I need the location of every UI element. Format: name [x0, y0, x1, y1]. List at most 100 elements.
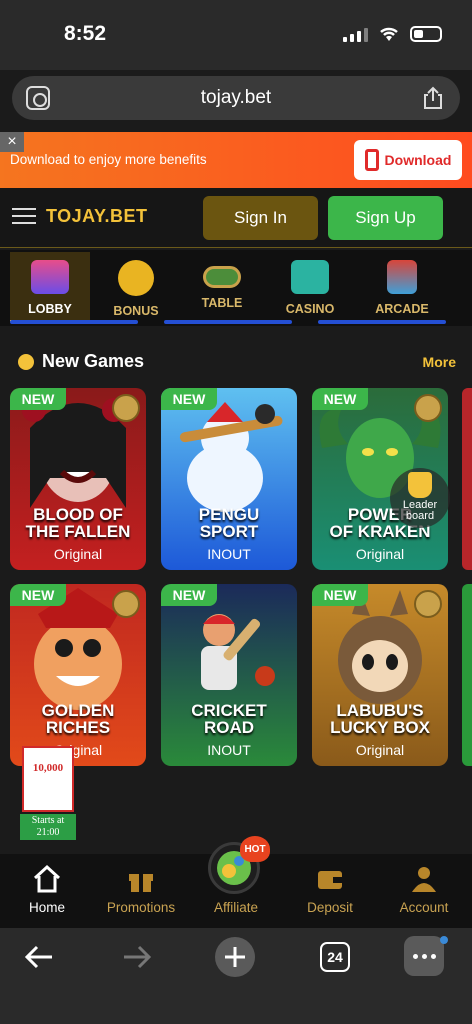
more-menu-icon[interactable] — [404, 936, 444, 976]
game-title: PENGU SPORT — [198, 505, 260, 541]
game-card-golden-riches[interactable]: NEW GOLDEN RICHES Original — [10, 584, 146, 766]
category-bonus[interactable]: BONUS — [96, 252, 176, 322]
category-label: TABLE — [201, 296, 243, 310]
category-arcade[interactable]: ARCADE — [362, 252, 442, 322]
url-bar[interactable]: tojay.bet — [12, 76, 460, 120]
nav-deposit[interactable]: Deposit — [283, 864, 377, 915]
download-banner: × Download to enjoy more benefits Downlo… — [0, 132, 472, 188]
game-art — [161, 584, 297, 766]
category-table[interactable]: TABLE — [182, 252, 262, 322]
next-game-card-edge[interactable] — [462, 584, 472, 766]
wallet-icon — [318, 871, 342, 889]
status-time: 8:52 — [64, 22, 107, 45]
coin-badge-icon — [414, 394, 442, 422]
more-link[interactable]: More — [423, 354, 456, 370]
next-game-card-edge[interactable] — [462, 388, 472, 570]
game-title: CRICKET ROAD — [191, 701, 267, 737]
bonus-icon — [118, 260, 154, 296]
trophy-icon — [408, 472, 432, 498]
lobby-icon — [31, 260, 69, 294]
new-tab-icon[interactable] — [214, 936, 256, 978]
game-card-blood-of-the-fallen[interactable]: NEW BLOOD OF THE FALLEN Original — [10, 388, 146, 570]
menu-icon[interactable] — [12, 208, 36, 226]
forward-arrow-icon[interactable] — [122, 944, 152, 970]
game-art — [161, 388, 297, 570]
category-label: LOBBY — [28, 302, 72, 316]
category-label: CASINO — [285, 302, 335, 316]
coin-badge-icon — [112, 590, 140, 618]
game-title: LABUBU'S LUCKY BOX — [330, 701, 430, 737]
game-provider: INOUT — [207, 546, 251, 562]
new-tag: NEW — [312, 388, 368, 410]
new-games-header: New Games — [18, 351, 144, 372]
banner-strip — [10, 320, 138, 324]
game-card-cricket-road[interactable]: NEW CRICKET ROAD INOUT — [161, 584, 297, 766]
home-icon — [33, 864, 61, 893]
wifi-icon — [380, 27, 398, 41]
game-title: GOLDEN RICHES — [41, 701, 115, 737]
game-card-pengu-sport[interactable]: NEW PENGU SPORT INOUT — [161, 388, 297, 570]
ticket-start-time[interactable]: Starts at 21:00 — [20, 814, 76, 840]
banner-strip — [318, 320, 446, 324]
casino-icon — [291, 260, 329, 294]
category-label: ARCADE — [375, 302, 429, 316]
game-title: BLOOD OF THE FALLEN — [25, 505, 131, 541]
nav-home[interactable]: Home — [0, 864, 94, 915]
table-icon — [203, 266, 241, 288]
site-header: TOJAY.BET Sign In Sign Up — [0, 188, 472, 248]
signal-icon — [343, 26, 368, 42]
banner-strip — [164, 320, 292, 324]
nav-account[interactable]: Account — [377, 864, 471, 915]
sign-in-button[interactable]: Sign In — [203, 196, 318, 240]
coin-badge-icon — [414, 590, 442, 618]
url-text[interactable]: tojay.bet — [201, 87, 271, 109]
status-icons — [343, 26, 442, 42]
gift-icon — [129, 872, 153, 892]
new-tag: NEW — [312, 584, 368, 606]
download-button[interactable]: Download — [354, 140, 462, 180]
category-lobby[interactable]: LOBBY — [10, 252, 90, 322]
new-games-icon — [18, 353, 34, 370]
new-tag: NEW — [161, 584, 217, 606]
leaderboard-label: Leader board — [402, 499, 438, 522]
game-provider: Original — [355, 546, 405, 562]
account-icon — [412, 867, 436, 892]
category-bar: LOBBY BONUS TABLE CASINO ARCADE — [0, 250, 472, 326]
banner-text: Download to enjoy more benefits — [10, 152, 207, 167]
browser-toolbar: 24 — [0, 928, 472, 1024]
hot-badge: HOT — [240, 836, 270, 862]
nav-promotions[interactable]: Promotions — [94, 864, 188, 915]
download-label: Download — [384, 152, 452, 168]
status-bar: 8:52 — [0, 0, 472, 70]
new-tag: NEW — [161, 388, 217, 410]
coin-badge-icon — [112, 394, 140, 422]
game-provider: Original — [355, 742, 405, 758]
share-icon[interactable] — [422, 86, 444, 110]
back-arrow-icon[interactable] — [24, 944, 54, 970]
ticket-amount: 10,000 — [32, 762, 64, 774]
leaderboard-button[interactable]: Leader board — [390, 468, 450, 528]
lottery-ticket-widget[interactable]: 10,000 — [22, 746, 74, 812]
phone-icon — [364, 149, 379, 171]
tabs-button[interactable]: 24 — [320, 942, 350, 972]
section-title: New Games — [42, 351, 145, 371]
nav-label: Home — [28, 900, 65, 915]
page-tools-icon[interactable] — [26, 86, 50, 110]
nav-label: Affiliate — [213, 900, 259, 915]
game-card-labubus-lucky-box[interactable]: NEW LABUBU'S LUCKY BOX Original — [312, 584, 448, 766]
nav-label: Account — [399, 900, 449, 915]
game-provider: INOUT — [207, 742, 251, 758]
nav-label: Promotions — [106, 900, 176, 915]
arcade-icon — [387, 260, 417, 294]
close-icon[interactable]: × — [0, 132, 24, 152]
nav-label: Deposit — [307, 900, 353, 915]
battery-icon — [410, 26, 442, 42]
category-casino[interactable]: CASINO — [270, 252, 350, 322]
new-tag: NEW — [10, 584, 66, 606]
notification-dot — [440, 936, 448, 944]
category-label: BONUS — [113, 304, 159, 318]
new-tag: NEW — [10, 388, 66, 410]
sign-up-button[interactable]: Sign Up — [328, 196, 443, 240]
game-provider: Original — [53, 546, 103, 562]
site-logo[interactable]: TOJAY.BET — [46, 206, 148, 227]
